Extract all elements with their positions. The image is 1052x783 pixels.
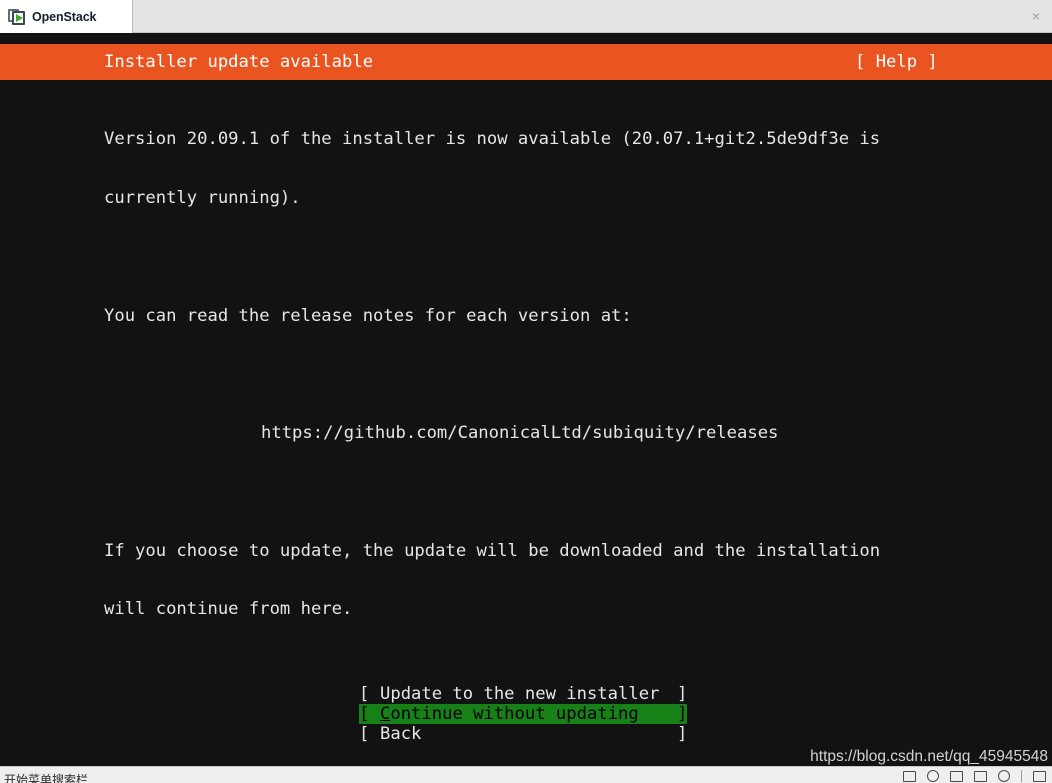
body-line-1: Version 20.09.1 of the installer is now …	[104, 129, 881, 150]
body-line-2: currently running).	[104, 187, 301, 208]
tab-title: OpenStack	[32, 9, 97, 24]
body-line-3: You can read the release notes for each …	[104, 305, 632, 326]
watermark: https://blog.csdn.net/qq_45945548	[810, 748, 1048, 765]
installer-console: Installer update available [ Help ] Vers…	[0, 33, 1052, 766]
menu-accel-key: C	[380, 704, 391, 724]
menu-item-label: Back	[380, 724, 422, 744]
menu-item-back[interactable]: [ Back ]	[359, 724, 687, 744]
bracket-right: ]	[677, 704, 688, 724]
network-icon[interactable]	[998, 770, 1010, 782]
vm-console-icon	[8, 8, 26, 26]
release-notes-url: https://github.com/CanonicalLtd/subiquit…	[261, 423, 779, 444]
app-icon[interactable]	[950, 770, 963, 782]
installer-header-bar: Installer update available [ Help ]	[0, 44, 1052, 80]
taskbar-divider	[1021, 770, 1022, 782]
console-top-gap	[0, 33, 1052, 44]
window-icon[interactable]	[903, 770, 916, 782]
help-button[interactable]: [ Help ]	[855, 51, 938, 73]
bracket-left: [	[359, 724, 370, 744]
os-taskbar: 开始菜单搜索栏	[0, 766, 1052, 783]
close-icon[interactable]: ×	[1029, 9, 1043, 23]
installer-body-text: Version 20.09.1 of the installer is now …	[104, 91, 984, 659]
body-line-4: If you choose to update, the update will…	[104, 540, 881, 561]
bracket-right: ]	[677, 724, 688, 744]
bracket-left: [	[359, 704, 370, 724]
menu-item-continue[interactable]: [ Continue without updating ]	[359, 704, 687, 724]
taskbar-tray	[903, 770, 1046, 782]
menu-label-rest: ontinue without updating	[390, 704, 639, 724]
menu-item-label: Continue without updating	[380, 704, 639, 724]
page-title: Installer update available	[104, 52, 374, 72]
taskbar-label: 开始菜单搜索栏	[4, 773, 89, 783]
bracket-left: [	[359, 684, 370, 704]
panel-icon[interactable]	[1033, 770, 1046, 782]
menu-item-update[interactable]: [ Update to the new installer ]	[359, 684, 687, 704]
menu-item-label: Update to the new installer	[380, 684, 660, 704]
clock-icon[interactable]	[927, 770, 939, 782]
body-line-5: will continue from here.	[104, 599, 353, 620]
installer-menu: [ Update to the new installer ] [ Contin…	[359, 684, 687, 744]
browser-tab-strip: OpenStack ×	[0, 0, 1052, 33]
tab-openstack[interactable]: OpenStack	[0, 0, 133, 33]
bracket-right: ]	[677, 684, 688, 704]
tray-icon[interactable]	[974, 770, 987, 782]
